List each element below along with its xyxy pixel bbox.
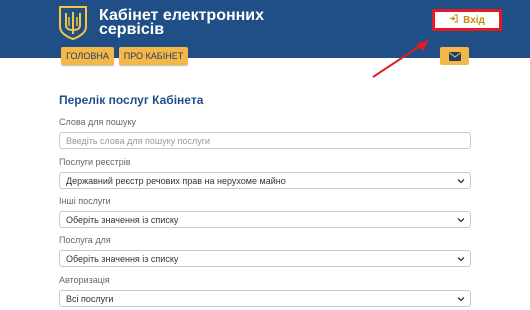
- envelope-icon[interactable]: [440, 47, 469, 65]
- registry-services-value: Державний реєстр речових прав на нерухом…: [66, 175, 286, 186]
- chevron-down-icon: [457, 297, 465, 302]
- authorization-value: Всі послуги: [66, 293, 114, 304]
- nav-home-button[interactable]: ГОЛОВНА: [61, 47, 114, 65]
- registry-services-select[interactable]: Державний реєстр речових прав на нерухом…: [59, 172, 471, 189]
- service-for-select[interactable]: Оберіть значення із списку: [59, 250, 471, 267]
- other-services-value: Оберіть значення із списку: [66, 214, 179, 225]
- service-for-value: Оберіть значення із списку: [66, 253, 179, 264]
- chevron-down-icon: [457, 179, 465, 184]
- authorization-label: Авторизація: [59, 275, 110, 285]
- login-label: Вхід: [463, 14, 485, 26]
- login-button[interactable]: Вхід: [432, 9, 502, 31]
- chevron-down-icon: [457, 218, 465, 223]
- site-title-line2: сервісів: [99, 21, 165, 38]
- authorization-select[interactable]: Всі послуги: [59, 290, 471, 307]
- chevron-down-icon: [457, 257, 465, 262]
- search-label: Слова для пошуку: [59, 117, 137, 127]
- other-services-select[interactable]: Оберіть значення із списку: [59, 211, 471, 228]
- registry-services-label: Послуги реєстрів: [59, 157, 131, 167]
- nav-about-button[interactable]: ПРО КАБІНЕТ: [119, 47, 188, 65]
- trident-coat-of-arms-icon[interactable]: [58, 5, 88, 41]
- site-title[interactable]: Кабінет електронних сервісів: [99, 8, 264, 38]
- page-title: Перелік послуг Кабінета: [59, 93, 204, 107]
- service-for-label: Послуга для: [59, 235, 111, 245]
- sign-in-icon: [449, 14, 458, 26]
- search-input[interactable]: [59, 132, 471, 149]
- other-services-label: Інші послуги: [59, 196, 111, 206]
